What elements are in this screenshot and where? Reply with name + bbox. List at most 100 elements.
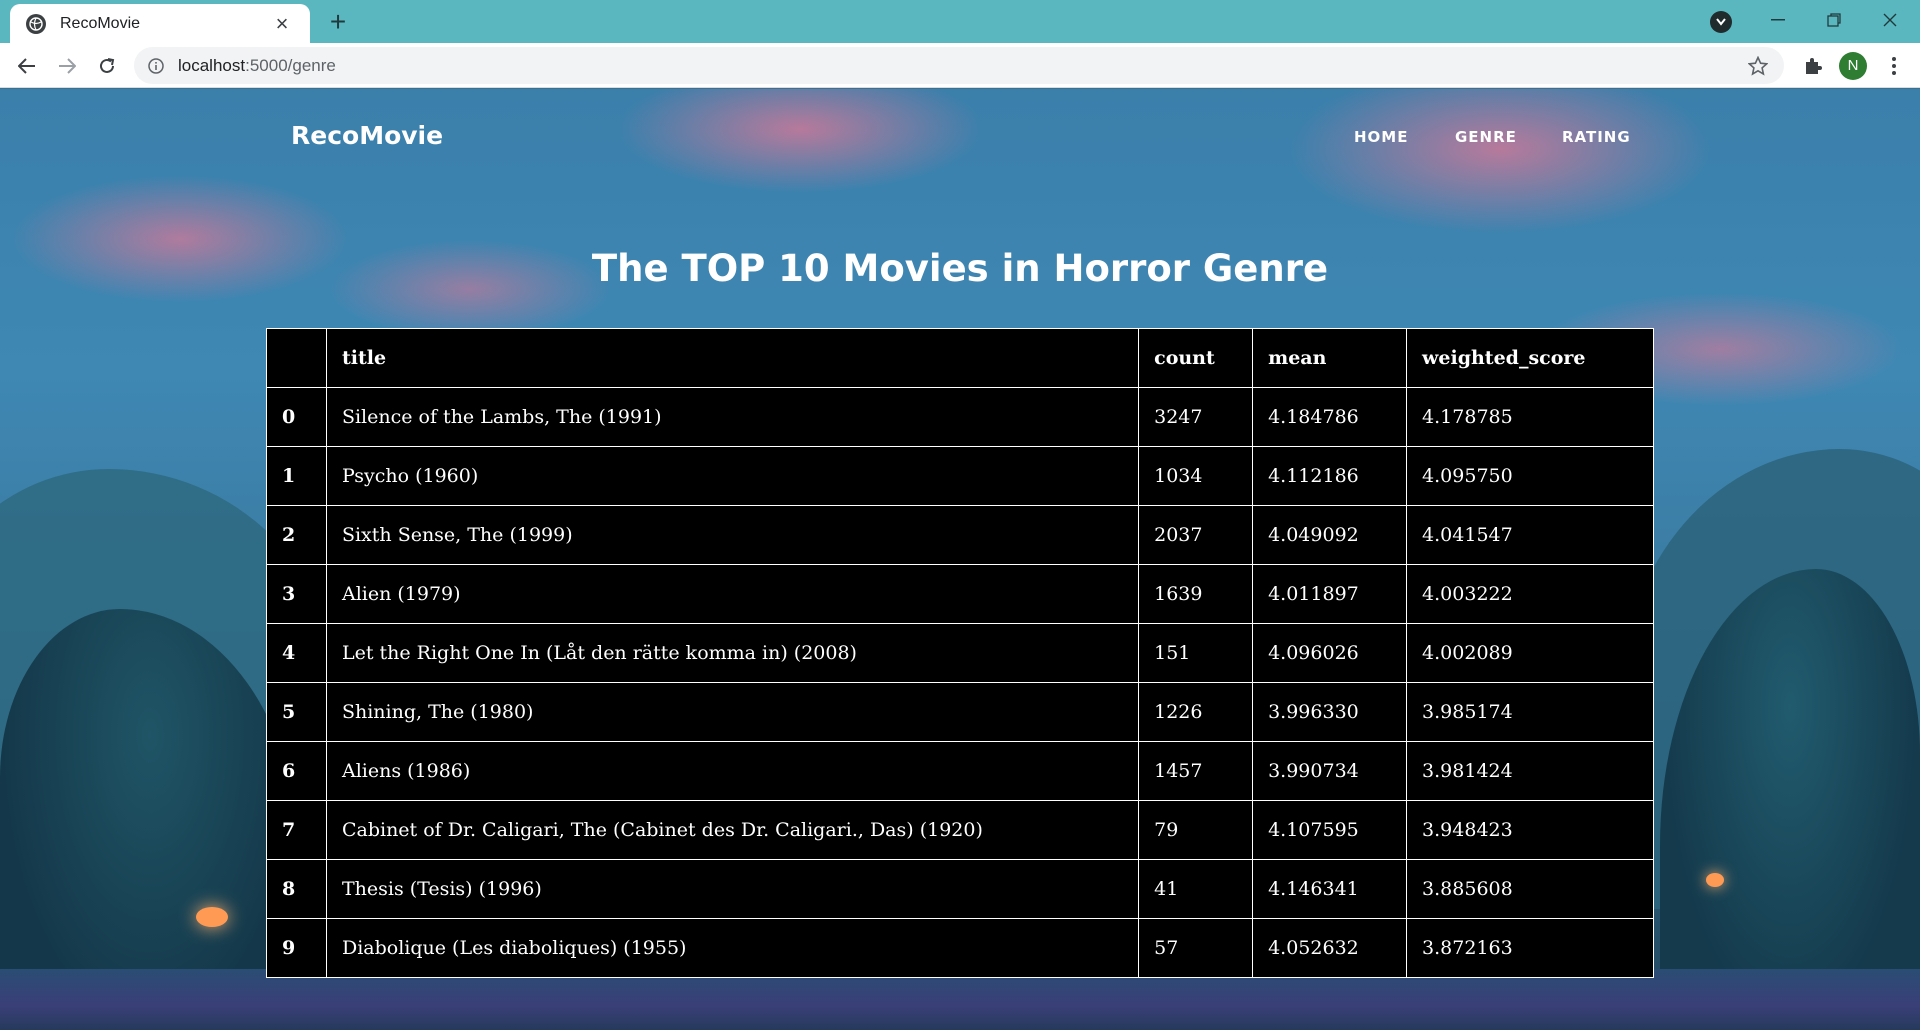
- arrow-left-icon: [18, 58, 35, 74]
- rating-mean: 4.146341: [1252, 859, 1408, 919]
- weighted-score: 4.003222: [1406, 564, 1654, 624]
- page-background: RecoMovie HOME GENRE RATING The TOP 10 M…: [0, 89, 1920, 1030]
- movie-title: Silence of the Lambs, The (1991): [325, 387, 1140, 447]
- background-lantern-left: [196, 907, 228, 927]
- column-header-weighted-score: weighted_score: [1406, 328, 1654, 388]
- table-row: 3 Alien (1979) 1639 4.011897 4.003222: [266, 564, 1654, 624]
- rating-mean: 4.107595: [1252, 800, 1408, 860]
- rating-count: 41: [1138, 859, 1254, 919]
- info-icon[interactable]: [148, 57, 164, 74]
- url-host: localhost: [178, 55, 246, 75]
- nav-rating[interactable]: RATING: [1562, 128, 1631, 146]
- table-row: 4 Let the Right One In (Låt den rätte ko…: [266, 623, 1654, 683]
- reload-button[interactable]: [90, 49, 124, 83]
- minimize-button[interactable]: [1750, 0, 1806, 40]
- movie-title: Cabinet of Dr. Caligari, The (Cabinet de…: [325, 800, 1140, 860]
- page-title: The TOP 10 Movies in Horror Genre: [591, 247, 1329, 290]
- url-text: localhost:5000/genre: [178, 56, 336, 76]
- rating-count: 1639: [1138, 564, 1254, 624]
- row-index: 2: [266, 505, 327, 565]
- table-row: 8 Thesis (Tesis) (1996) 41 4.146341 3.88…: [266, 859, 1654, 919]
- row-index: 5: [266, 682, 327, 742]
- forward-button[interactable]: [50, 49, 84, 83]
- profile-avatar[interactable]: N: [1839, 52, 1867, 80]
- row-index: 6: [266, 741, 327, 801]
- weighted-score: 4.095750: [1406, 446, 1654, 506]
- rating-count: 79: [1138, 800, 1254, 860]
- address-bar[interactable]: localhost:5000/genre: [134, 47, 1784, 84]
- rating-count: 1034: [1138, 446, 1254, 506]
- table-row: 2 Sixth Sense, The (1999) 2037 4.049092 …: [266, 505, 1654, 565]
- table-row: 1 Psycho (1960) 1034 4.112186 4.095750: [266, 446, 1654, 506]
- weighted-score: 3.872163: [1406, 918, 1654, 978]
- tab-strip: RecoMovie × +: [0, 0, 1920, 43]
- puzzle-icon: [1806, 58, 1822, 74]
- restore-icon: [1827, 13, 1841, 27]
- rating-mean: 3.990734: [1252, 741, 1408, 801]
- close-icon: [1883, 13, 1897, 27]
- kebab-menu-icon: [1892, 57, 1896, 75]
- rating-count: 1457: [1138, 741, 1254, 801]
- row-index: 7: [266, 800, 327, 860]
- browser-toolbar: localhost:5000/genre N: [0, 43, 1920, 88]
- movie-title: Shining, The (1980): [325, 682, 1140, 742]
- rating-mean: 4.184786: [1252, 387, 1408, 447]
- close-window-button[interactable]: [1862, 0, 1918, 40]
- globe-icon: [26, 13, 46, 34]
- new-tab-button[interactable]: +: [322, 6, 354, 38]
- rating-mean: 4.049092: [1252, 505, 1408, 565]
- movie-title: Psycho (1960): [325, 446, 1140, 506]
- movie-title: Sixth Sense, The (1999): [325, 505, 1140, 565]
- movie-title: Diabolique (Les diaboliques) (1955): [325, 918, 1140, 978]
- movie-title: Thesis (Tesis) (1996): [325, 859, 1140, 919]
- table-header-row: title count mean weighted_score: [266, 328, 1654, 388]
- site-brand[interactable]: RecoMovie: [291, 121, 443, 150]
- weighted-score: 3.981424: [1406, 741, 1654, 801]
- table-row: 6 Aliens (1986) 1457 3.990734 3.981424: [266, 741, 1654, 801]
- nav-genre[interactable]: GENRE: [1455, 128, 1517, 146]
- rating-count: 151: [1138, 623, 1254, 683]
- url-path: :5000/genre: [245, 55, 336, 75]
- row-index: 9: [266, 918, 327, 978]
- rating-count: 2037: [1138, 505, 1254, 565]
- column-header-count: count: [1138, 328, 1254, 388]
- minimize-icon: [1771, 19, 1785, 21]
- nav-home[interactable]: HOME: [1354, 128, 1408, 146]
- movie-title: Let the Right One In (Låt den rätte komm…: [325, 623, 1140, 683]
- weighted-score: 4.178785: [1406, 387, 1654, 447]
- close-tab-icon[interactable]: ×: [270, 11, 294, 36]
- chevron-down-icon: [1716, 18, 1726, 26]
- extensions-button[interactable]: [1796, 49, 1830, 83]
- tab-title: RecoMovie: [60, 14, 141, 32]
- bookmark-star-icon[interactable]: [1746, 54, 1770, 78]
- row-index: 1: [266, 446, 327, 506]
- movie-title: Aliens (1986): [325, 741, 1140, 801]
- movie-title: Alien (1979): [325, 564, 1140, 624]
- browser-menu-button[interactable]: [1877, 49, 1911, 83]
- tab-search-button[interactable]: [1710, 11, 1732, 33]
- rating-mean: 4.096026: [1252, 623, 1408, 683]
- background-water: [0, 969, 1920, 1030]
- row-index: 8: [266, 859, 327, 919]
- rating-count: 3247: [1138, 387, 1254, 447]
- table-row: 5 Shining, The (1980) 1226 3.996330 3.98…: [266, 682, 1654, 742]
- rating-mean: 4.112186: [1252, 446, 1408, 506]
- weighted-score: 4.041547: [1406, 505, 1654, 565]
- rating-count: 1226: [1138, 682, 1254, 742]
- row-index: 4: [266, 623, 327, 683]
- column-header-mean: mean: [1252, 328, 1408, 388]
- back-button[interactable]: [10, 49, 44, 83]
- table-row: 7 Cabinet of Dr. Caligari, The (Cabinet …: [266, 800, 1654, 860]
- rating-count: 57: [1138, 918, 1254, 978]
- weighted-score: 3.885608: [1406, 859, 1654, 919]
- arrow-right-icon: [59, 58, 76, 74]
- movies-table: title count mean weighted_score 0 Silenc…: [266, 328, 1654, 978]
- row-index: 3: [266, 564, 327, 624]
- rating-mean: 4.052632: [1252, 918, 1408, 978]
- column-header-title: title: [325, 328, 1140, 388]
- reload-icon: [100, 58, 115, 73]
- background-lantern-right: [1706, 873, 1724, 887]
- restore-button[interactable]: [1806, 0, 1862, 40]
- browser-tab[interactable]: RecoMovie ×: [10, 4, 310, 43]
- weighted-score: 4.002089: [1406, 623, 1654, 683]
